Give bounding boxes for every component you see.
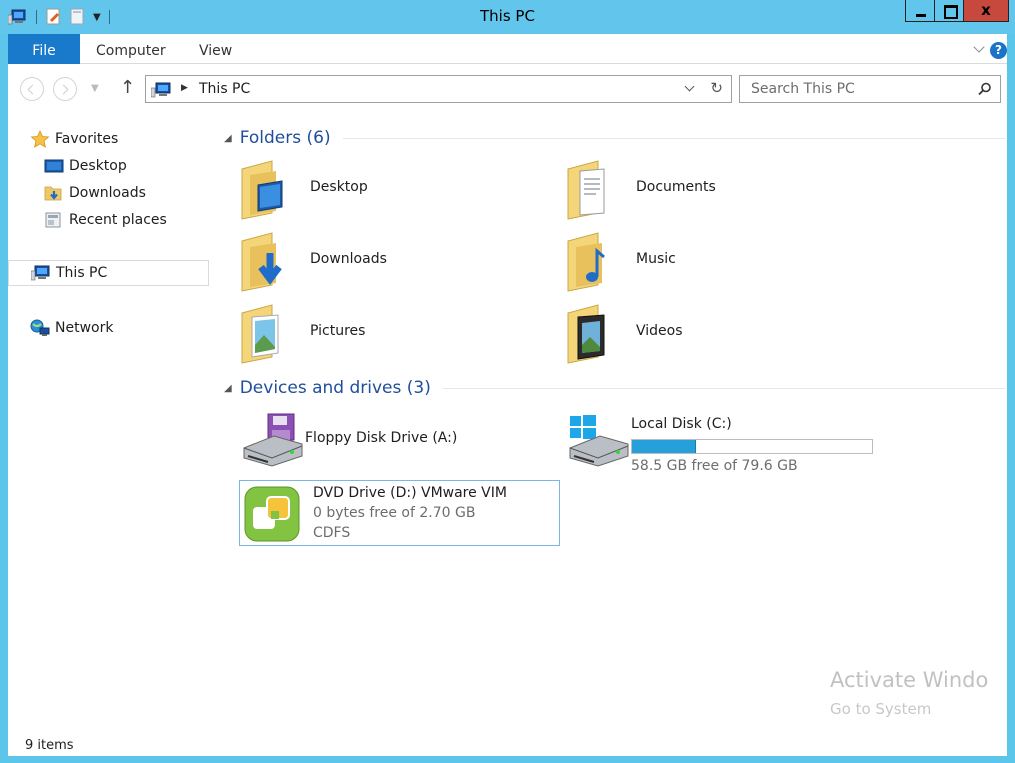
sidebar-item-network[interactable]: Network — [30, 315, 113, 341]
folder-name: Downloads — [310, 251, 387, 267]
activation-watermark-title: Activate Windo — [830, 668, 989, 692]
folder-documents[interactable]: Documents — [562, 157, 862, 223]
address-bar[interactable]: ▶ This PC ↻ — [145, 75, 732, 103]
sidebar-label: This PC — [56, 265, 108, 281]
folder-name: Pictures — [310, 323, 366, 339]
help-icon[interactable]: ? — [990, 42, 1007, 59]
folder-music[interactable]: Music — [562, 229, 862, 295]
network-icon — [30, 319, 50, 336]
vmware-dvd-icon — [244, 486, 300, 542]
group-title: Devices and drives (3) — [239, 378, 431, 398]
drive-floppy[interactable]: Floppy Disk Drive (A:) — [232, 410, 552, 472]
maximize-button[interactable] — [934, 0, 964, 22]
pictures-folder-icon — [241, 304, 279, 364]
tab-computer[interactable]: Computer — [96, 34, 166, 64]
collapse-triangle-icon[interactable]: ◢ — [224, 383, 232, 394]
navigation-bar: ▼ ↑ ▶ This PC ↻ Search This PC — [8, 64, 1007, 114]
desktop-icon — [44, 159, 64, 173]
sidebar-item-downloads[interactable]: Downloads — [44, 180, 146, 206]
drive-name: Floppy Disk Drive (A:) — [305, 430, 458, 446]
refresh-icon[interactable]: ↻ — [710, 79, 723, 97]
documents-folder-icon — [567, 160, 605, 220]
recent-locations-icon[interactable]: ▼ — [91, 83, 99, 94]
forward-button[interactable] — [53, 77, 77, 101]
videos-folder-icon — [567, 304, 605, 364]
minimize-button[interactable] — [905, 0, 935, 22]
disk-usage-bar — [631, 439, 873, 454]
item-count: 9 items — [25, 738, 74, 753]
window-controls — [905, 0, 1009, 22]
title-bar[interactable]: ▼ This PC — [0, 0, 1015, 34]
content-pane: ◢ Folders (6) Desktop Documents Download… — [220, 114, 1007, 726]
drive-filesystem: CDFS — [313, 525, 351, 541]
music-folder-icon — [567, 232, 605, 292]
navigation-pane: Favorites Desktop Downloads Recent place… — [8, 114, 210, 726]
windows-drive-icon — [569, 415, 629, 467]
sidebar-label: Network — [55, 320, 114, 336]
sidebar-label: Recent places — [69, 212, 167, 228]
drive-free-space: 0 bytes free of 2.70 GB — [313, 505, 476, 521]
folder-pictures[interactable]: Pictures — [236, 301, 536, 367]
sidebar-label: Favorites — [55, 131, 119, 147]
sidebar-item-favorites[interactable]: Favorites — [30, 126, 118, 152]
sidebar-item-desktop[interactable]: Desktop — [44, 153, 127, 179]
ribbon-tabs: File Computer View ? — [8, 34, 1007, 64]
folder-name: Music — [636, 251, 676, 267]
drive-local-disk-c[interactable]: Local Disk (C:) 58.5 GB free of 79.6 GB — [558, 410, 898, 474]
window-title: This PC — [480, 7, 535, 25]
status-bar: 9 items — [8, 726, 1007, 756]
breadcrumb-this-pc[interactable]: This PC — [199, 81, 250, 97]
group-header-devices[interactable]: ◢ Devices and drives (3) — [220, 375, 1005, 401]
computer-icon — [31, 265, 50, 281]
sidebar-item-this-pc[interactable]: This PC — [8, 260, 209, 286]
folder-name: Videos — [636, 323, 683, 339]
group-divider — [342, 137, 1005, 139]
search-placeholder: Search This PC — [751, 81, 855, 97]
search-icon[interactable] — [978, 82, 992, 96]
desktop-folder-icon — [241, 160, 283, 220]
sidebar-item-recent-places[interactable]: Recent places — [44, 207, 167, 233]
back-button[interactable] — [20, 77, 44, 101]
group-divider — [442, 387, 1005, 389]
floppy-drive-icon — [243, 413, 303, 467]
explorer-window: File Computer View ? ▼ ↑ ▶ This PC ↻ Sea… — [8, 34, 1007, 756]
folder-name: Desktop — [310, 179, 368, 195]
recent-places-icon — [45, 212, 61, 228]
expand-ribbon-icon[interactable] — [973, 41, 985, 53]
drive-name: DVD Drive (D:) VMware VIM — [313, 485, 507, 501]
folder-downloads[interactable]: Downloads — [236, 229, 536, 295]
group-title: Folders (6) — [239, 128, 331, 148]
sidebar-label: Downloads — [69, 185, 146, 201]
folder-desktop[interactable]: Desktop — [236, 157, 536, 223]
disk-usage-fill — [632, 440, 696, 453]
downloads-folder-icon — [241, 232, 282, 292]
activation-watermark-subtitle: Go to System — [830, 700, 932, 718]
sidebar-label: Desktop — [69, 158, 127, 174]
close-button[interactable] — [963, 0, 1009, 22]
search-input[interactable]: Search This PC — [739, 75, 1001, 103]
downloads-folder-icon — [44, 186, 62, 201]
tab-view[interactable]: View — [199, 34, 232, 64]
drive-name: Local Disk (C:) — [631, 416, 732, 432]
drive-dvd-d[interactable]: DVD Drive (D:) VMware VIM 0 bytes free o… — [239, 480, 560, 546]
up-arrow-icon[interactable]: ↑ — [120, 77, 135, 98]
tab-file[interactable]: File — [8, 34, 80, 64]
group-header-folders[interactable]: ◢ Folders (6) — [220, 125, 1005, 151]
folder-videos[interactable]: Videos — [562, 301, 862, 367]
collapse-triangle-icon[interactable]: ◢ — [224, 133, 232, 144]
drive-free-space: 58.5 GB free of 79.6 GB — [631, 458, 798, 474]
address-history-icon[interactable] — [684, 81, 695, 92]
computer-icon — [151, 82, 171, 98]
star-icon — [30, 130, 50, 148]
breadcrumb-chevron-icon[interactable]: ▶ — [181, 83, 188, 93]
folder-name: Documents — [636, 179, 716, 195]
